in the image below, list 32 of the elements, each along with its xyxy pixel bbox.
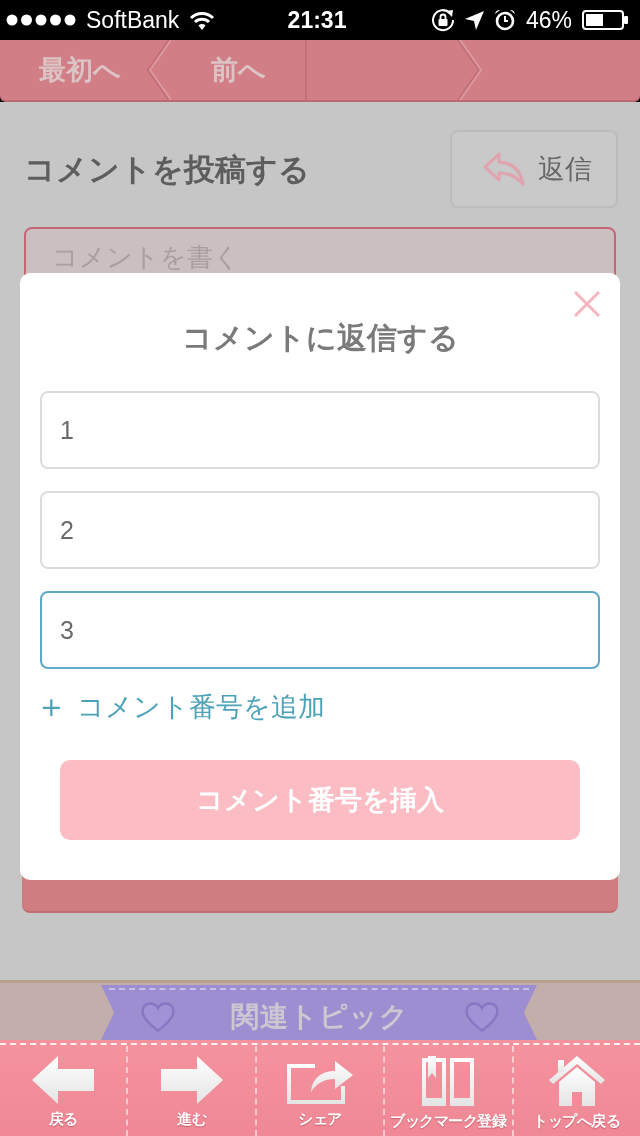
- ribbon-title: 関連トピック: [231, 998, 409, 1035]
- dialog-title: コメントに返信する: [180, 319, 460, 357]
- battery-icon: [582, 10, 628, 30]
- right-arrow-icon: [160, 1056, 223, 1104]
- location-arrow-icon: [464, 10, 484, 30]
- home-button[interactable]: トップへ戻る: [511, 1046, 640, 1136]
- carrier-name: SoftBank: [86, 6, 180, 34]
- left-arrow-icon: [32, 1056, 95, 1104]
- number-field[interactable]: 1: [40, 391, 600, 469]
- wifi-icon: [189, 10, 216, 30]
- insert-button[interactable]: コメント番号を挿入: [60, 760, 580, 840]
- add-number-link[interactable]: + コメント番号を追加: [40, 691, 326, 723]
- open-book-icon: [422, 1056, 475, 1106]
- reply-button[interactable]: 返信: [450, 130, 618, 208]
- back-button[interactable]: 戻る: [0, 1046, 127, 1136]
- number-field[interactable]: 2: [40, 491, 600, 569]
- share-button[interactable]: シェア: [254, 1046, 384, 1136]
- previous-page-link[interactable]: 前へ: [171, 40, 305, 100]
- signal-icon: [6, 14, 76, 26]
- home-icon: [548, 1056, 605, 1106]
- bookmark-button[interactable]: ブックマーク登録: [383, 1046, 512, 1136]
- battery-percent: 46%: [525, 6, 572, 34]
- clock-time: 21:31: [287, 6, 347, 34]
- rotation-lock-icon: [430, 8, 455, 32]
- heart-icon: [465, 1001, 499, 1032]
- curved-arrow-icon: [482, 151, 526, 187]
- heart-icon: [141, 1001, 175, 1032]
- alarm-clock-icon: [493, 9, 516, 31]
- first-page-link[interactable]: 最初へ: [0, 40, 145, 100]
- forward-button[interactable]: 進む: [126, 1046, 255, 1136]
- section-heading: コメントを投稿する: [24, 150, 310, 189]
- number-field[interactable]: 3: [40, 591, 600, 669]
